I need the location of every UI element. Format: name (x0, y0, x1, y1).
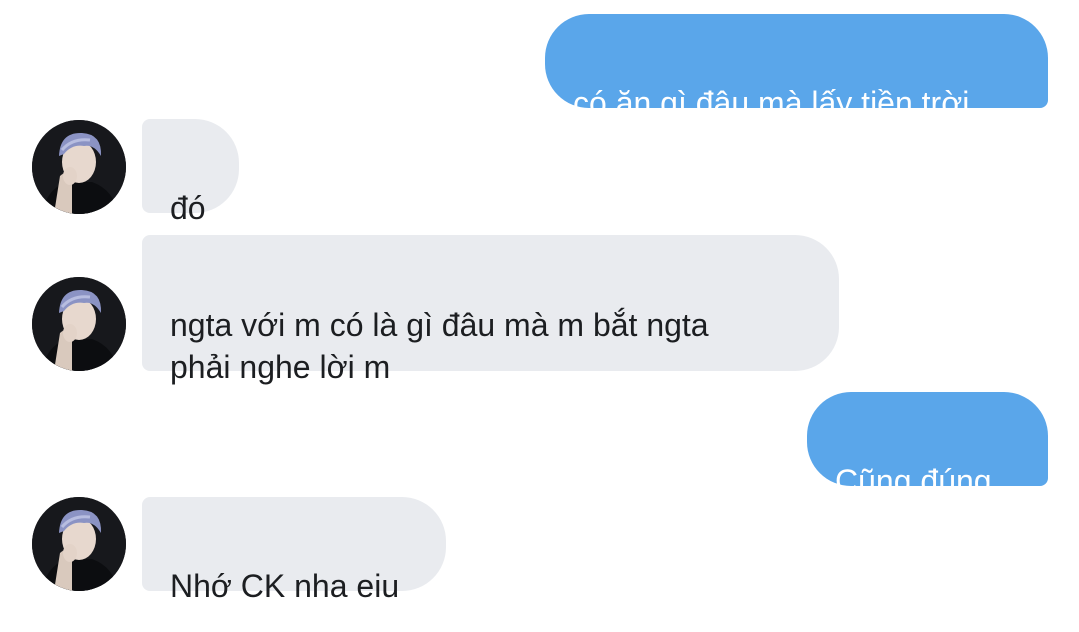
incoming-message-bubble[interactable]: ngta với m có là gì đâu mà m bắt ngta ph… (142, 235, 839, 385)
message-text: có ăn gì đâu mà lấy tiền trời (573, 85, 970, 121)
contact-avatar[interactable] (32, 120, 126, 214)
incoming-message-bubble[interactable]: Nhớ CK nha eiu (142, 497, 446, 604)
message-text: Nhớ CK nha eiu (170, 568, 400, 604)
message-text: ngta với m có là gì đâu mà m bắt ngta ph… (170, 307, 709, 385)
avatar-photo-icon (32, 277, 126, 371)
contact-avatar[interactable] (32, 277, 126, 371)
avatar-photo-icon (32, 497, 126, 591)
message-text: Cũng đúng (835, 463, 992, 499)
contact-avatar[interactable] (32, 497, 126, 591)
incoming-message-bubble[interactable]: đó (142, 119, 239, 226)
message-text: đó (170, 190, 206, 226)
avatar-photo-icon (32, 120, 126, 214)
outgoing-message-bubble[interactable]: có ăn gì đâu mà lấy tiền trời (545, 14, 1048, 121)
outgoing-message-bubble[interactable]: Cũng đúng (807, 392, 1048, 499)
